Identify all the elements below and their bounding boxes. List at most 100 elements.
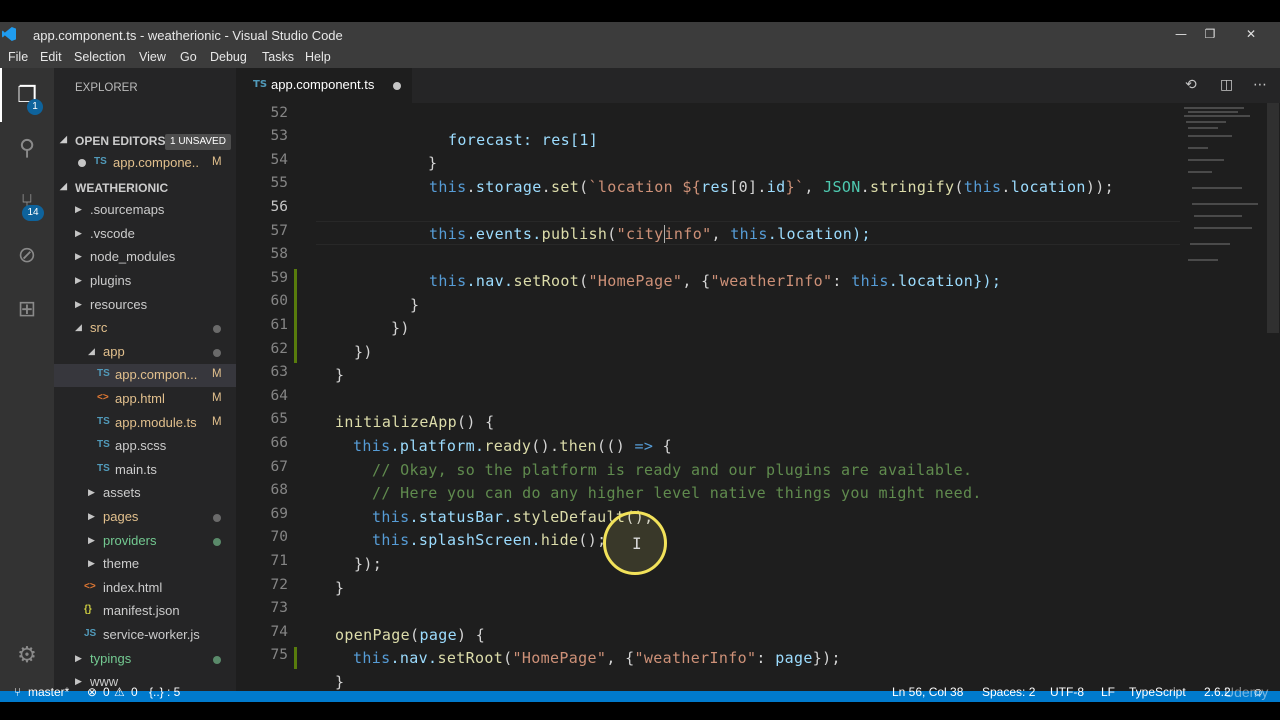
tree-item-app-html[interactable]: <> app.html M: [54, 388, 236, 411]
tree-item-plugins[interactable]: ▶ plugins: [54, 270, 236, 293]
tree-item-sourcemaps[interactable]: ▶ .sourcemaps: [54, 199, 236, 222]
extensions-icon[interactable]: ⊞: [13, 296, 41, 324]
line-number: 60: [270, 293, 288, 309]
code-line: }: [335, 366, 345, 384]
line-number: 71: [270, 553, 288, 569]
tree-item-node-modules[interactable]: ▶ node_modules: [54, 246, 236, 269]
code-editor[interactable]: 52 53 54 55 56 57 58 59 60 61 62 63 64 6…: [236, 103, 1280, 691]
indentation[interactable]: Spaces: 2: [982, 685, 1035, 699]
menu-tasks[interactable]: Tasks: [262, 50, 294, 64]
tree-item-app-component[interactable]: TS app.compon... M: [54, 364, 236, 387]
tree-item-app[interactable]: ◢ app: [54, 341, 236, 364]
project-section[interactable]: ◢ WEATHERIONIC: [54, 177, 236, 199]
menu-selection[interactable]: Selection: [74, 50, 125, 64]
line-number: 61: [270, 317, 288, 333]
menu-edit[interactable]: Edit: [40, 50, 62, 64]
minimap-line: [1188, 111, 1238, 113]
modified-dot-icon: [213, 325, 221, 333]
menu-help[interactable]: Help: [305, 50, 331, 64]
line-number: 74: [270, 624, 288, 640]
outline-status[interactable]: {..} : 5: [149, 685, 180, 699]
tree-item-theme[interactable]: ▶ theme: [54, 553, 236, 576]
tree-item-main-ts[interactable]: TS main.ts: [54, 459, 236, 482]
tree-item-resources[interactable]: ▶ resources: [54, 294, 236, 317]
search-icon[interactable]: ⚲: [13, 135, 41, 163]
tree-item-label: theme: [103, 556, 140, 571]
unsaved-dot-icon[interactable]: [393, 82, 401, 90]
typescript-file-icon: TS: [97, 368, 110, 379]
language-mode[interactable]: TypeScript: [1129, 685, 1186, 699]
tree-item-label: pages: [103, 509, 139, 524]
tree-item-app-module[interactable]: TS app.module.ts M: [54, 412, 236, 435]
html-file-icon: <>: [97, 392, 109, 403]
tree-item-vscode[interactable]: ▶ .vscode: [54, 223, 236, 246]
branch-icon[interactable]: ⑂: [14, 685, 21, 699]
typescript-file-icon: TS: [97, 463, 110, 474]
menu-go[interactable]: Go: [180, 50, 197, 64]
minimap-line: [1192, 203, 1258, 205]
line-number: 69: [270, 506, 288, 522]
tree-item-label: src: [90, 320, 108, 335]
tree-item-manifest[interactable]: {} manifest.json: [54, 600, 236, 623]
warning-count[interactable]: 0: [131, 685, 138, 699]
minimap[interactable]: [1180, 103, 1266, 691]
line-number: 58: [270, 246, 288, 262]
code-line: this.splashScreen.hide();: [372, 531, 607, 549]
tree-item-label: .vscode: [90, 226, 135, 241]
line-number: 57: [270, 223, 288, 239]
open-changes-icon[interactable]: ⟲: [1185, 77, 1197, 93]
chevron-right-icon: ▶: [75, 299, 82, 309]
open-editor-item[interactable]: TS app.compone.. M: [54, 152, 236, 175]
minimap-line: [1188, 159, 1224, 161]
line-number: 73: [270, 600, 288, 616]
active-indicator: [0, 68, 2, 122]
tree-item-service-worker[interactable]: JS service-worker.js: [54, 624, 236, 647]
tab-label: app.component.ts: [271, 77, 375, 92]
line-number: 54: [270, 152, 288, 168]
warning-icon[interactable]: ⚠: [114, 685, 125, 699]
menu-view[interactable]: View: [139, 50, 166, 64]
restore-button[interactable]: ❐: [1199, 26, 1221, 42]
tree-item-www[interactable]: ▶ www: [54, 671, 236, 691]
tree-item-label: main.ts: [115, 462, 157, 477]
window-title: app.component.ts - weatherionic - Visual…: [33, 28, 343, 43]
tree-item-index-html[interactable]: <> index.html: [54, 577, 236, 600]
tree-item-label: assets: [103, 485, 141, 500]
code-line: this.platform.ready().then(() => {: [353, 437, 672, 455]
split-editor-icon[interactable]: ◫: [1220, 77, 1233, 93]
minimap-line: [1188, 171, 1212, 173]
minimize-button[interactable]: —: [1170, 26, 1192, 42]
open-editors-section[interactable]: ◢ OPEN EDITORS 1 UNSAVED: [54, 130, 236, 152]
chevron-right-icon: ▶: [75, 228, 82, 238]
tab-app-component[interactable]: TS app.component.ts: [236, 68, 412, 103]
menu-file[interactable]: File: [8, 50, 28, 64]
tree-item-label: service-worker.js: [103, 627, 200, 642]
untracked-dot-icon: [213, 538, 221, 546]
close-button[interactable]: ✕: [1240, 26, 1262, 42]
tree-item-label: app.html: [115, 391, 165, 406]
tree-item-typings[interactable]: ▶ typings: [54, 648, 236, 671]
tree-item-src[interactable]: ◢ src: [54, 317, 236, 340]
tree-item-app-scss[interactable]: TS app.scss: [54, 435, 236, 458]
tree-item-assets[interactable]: ▶ assets: [54, 482, 236, 505]
minimap-line: [1194, 215, 1242, 217]
code-line: this.storage.set(`location ${res[0].id}`…: [429, 178, 1114, 196]
error-icon[interactable]: ⊗: [87, 685, 97, 699]
scrollbar-thumb[interactable]: [1267, 103, 1279, 333]
menu-debug[interactable]: Debug: [210, 50, 247, 64]
encoding[interactable]: UTF-8: [1050, 685, 1084, 699]
debug-icon[interactable]: ⊘: [13, 242, 41, 270]
tree-item-providers[interactable]: ▶ providers: [54, 530, 236, 553]
error-count[interactable]: 0: [103, 685, 110, 699]
vscode-window: app.component.ts - weatherionic - Visual…: [0, 22, 1280, 702]
chevron-right-icon: ▶: [88, 487, 95, 497]
end-of-line[interactable]: LF: [1101, 685, 1115, 699]
cursor-position[interactable]: Ln 56, Col 38: [892, 685, 963, 699]
branch-status[interactable]: master*: [28, 685, 69, 699]
settings-gear-icon[interactable]: ⚙: [13, 642, 41, 670]
line-number: 53: [270, 128, 288, 144]
chevron-down-icon: ◢: [75, 322, 82, 332]
tree-item-pages[interactable]: ▶ pages: [54, 506, 236, 529]
tree-item-label: plugins: [90, 273, 132, 288]
more-actions-icon[interactable]: ⋯: [1253, 77, 1267, 93]
